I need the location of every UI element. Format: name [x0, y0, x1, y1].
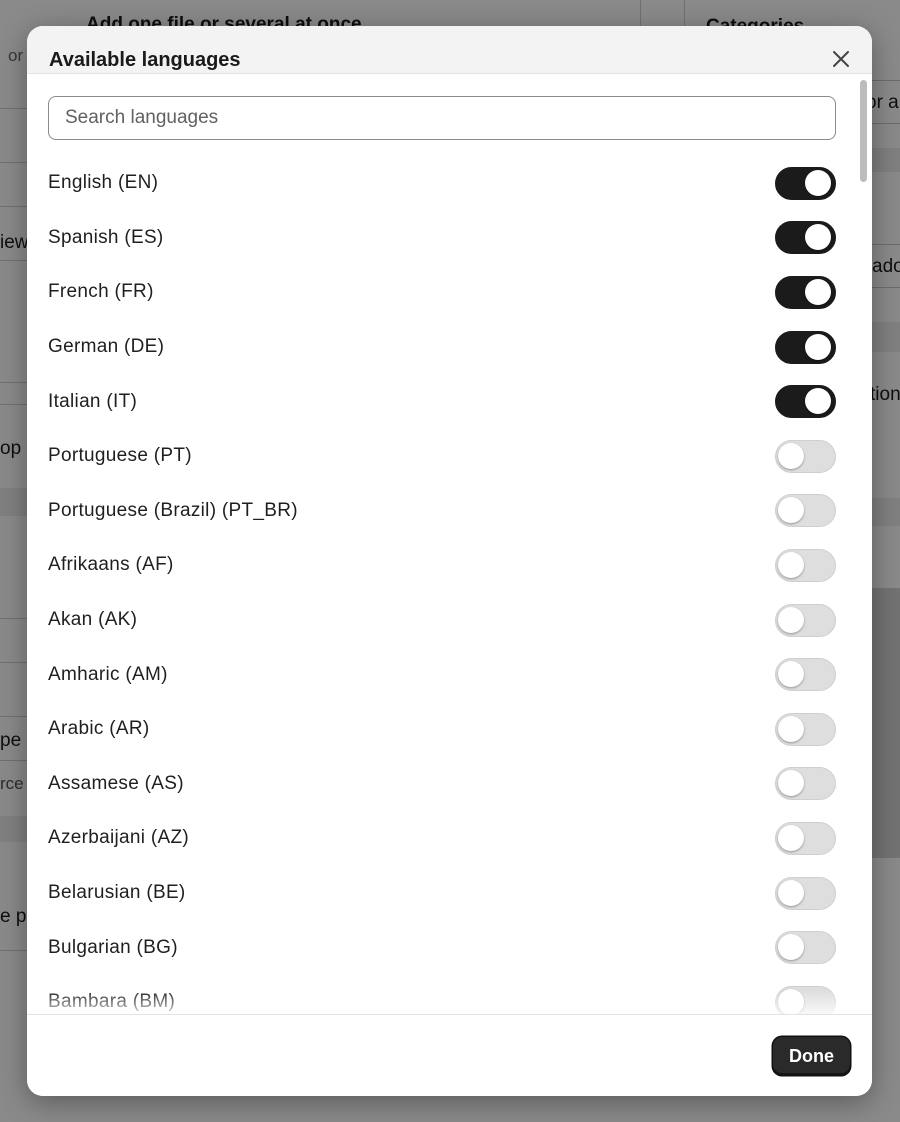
toggle-knob — [805, 333, 831, 360]
language-label: Bulgarian (BG) — [48, 936, 178, 958]
language-row: Assamese (AS) — [48, 757, 836, 812]
language-toggle[interactable] — [775, 439, 836, 473]
toggle-knob — [778, 715, 804, 742]
language-toggle[interactable] — [775, 385, 836, 419]
language-row: Bulgarian (BG) — [48, 920, 836, 975]
language-label: Spanish (ES) — [48, 226, 164, 248]
language-row: German (DE) — [48, 320, 836, 375]
language-toggle[interactable] — [775, 876, 836, 910]
toggle-knob — [778, 551, 804, 578]
language-row: Afrikaans (AF) — [48, 538, 836, 593]
language-label: English (EN) — [48, 172, 159, 194]
language-label: German (DE) — [48, 336, 165, 358]
language-row: French (FR) — [48, 265, 836, 320]
language-label: Assamese (AS) — [48, 772, 184, 794]
language-row: Amharic (AM) — [48, 647, 836, 702]
modal-body[interactable]: English (EN) Spanish (ES) French (FR) Germa… — [27, 74, 872, 1014]
toggle-knob — [778, 770, 804, 797]
language-toggle[interactable] — [775, 330, 836, 364]
language-toggle[interactable] — [775, 166, 836, 200]
language-row: English (EN) — [48, 156, 836, 211]
language-list: English (EN) Spanish (ES) French (FR) Germa… — [48, 156, 836, 1014]
language-toggle[interactable] — [775, 548, 836, 582]
modal-footer: Done — [27, 1014, 872, 1096]
language-toggle[interactable] — [775, 767, 836, 801]
language-label: French (FR) — [48, 281, 154, 303]
language-label: Amharic (AM) — [48, 663, 168, 685]
toggle-knob — [805, 278, 831, 305]
toggle-knob — [805, 169, 831, 196]
toggle-knob — [778, 442, 804, 469]
language-label: Italian (IT) — [48, 390, 138, 412]
language-label: Azerbaijani (AZ) — [48, 827, 190, 849]
done-button[interactable]: Done — [773, 1037, 850, 1075]
toggle-knob — [778, 661, 804, 688]
language-row: Azerbaijani (AZ) — [48, 811, 836, 866]
language-row: Belarusian (BE) — [48, 866, 836, 921]
language-label: Belarusian (BE) — [48, 882, 186, 904]
toggle-knob — [778, 934, 804, 961]
language-toggle[interactable] — [775, 603, 836, 637]
language-row: Akan (AK) — [48, 593, 836, 648]
scroll-fade — [27, 990, 857, 1014]
language-toggle[interactable] — [775, 658, 836, 692]
language-toggle[interactable] — [775, 494, 836, 528]
toggle-knob — [778, 824, 804, 851]
language-toggle[interactable] — [775, 821, 836, 855]
toggle-knob — [778, 879, 804, 906]
language-row: Portuguese (PT) — [48, 429, 836, 484]
close-icon — [832, 50, 850, 73]
modal-title: Available languages — [49, 49, 241, 71]
language-label: Afrikaans (AF) — [48, 554, 174, 576]
search-wrapper — [48, 96, 836, 140]
language-label: Arabic (AR) — [48, 718, 150, 740]
language-row: Portuguese (Brazil) (PT_BR) — [48, 484, 836, 539]
language-row: Spanish (ES) — [48, 211, 836, 266]
language-label: Akan (AK) — [48, 609, 138, 631]
language-toggle[interactable] — [775, 931, 836, 965]
scrollbar[interactable] — [860, 76, 870, 1012]
language-label: Portuguese (PT) — [48, 445, 192, 467]
scrollbar-thumb[interactable] — [860, 80, 867, 182]
toggle-knob — [778, 606, 804, 633]
toggle-knob — [805, 388, 831, 415]
languages-modal: Available languages English (EN) Spanish … — [27, 26, 872, 1096]
language-toggle[interactable] — [775, 221, 836, 255]
language-label: Portuguese (Brazil) (PT_BR) — [48, 499, 298, 521]
close-button[interactable] — [828, 48, 854, 74]
language-row: Arabic (AR) — [48, 702, 836, 757]
search-languages-input[interactable] — [48, 96, 836, 140]
toggle-knob — [805, 224, 831, 251]
toggle-knob — [778, 497, 804, 524]
modal-header: Available languages — [27, 26, 872, 74]
language-toggle[interactable] — [775, 275, 836, 309]
language-toggle[interactable] — [775, 712, 836, 746]
language-row: Italian (IT) — [48, 374, 836, 429]
